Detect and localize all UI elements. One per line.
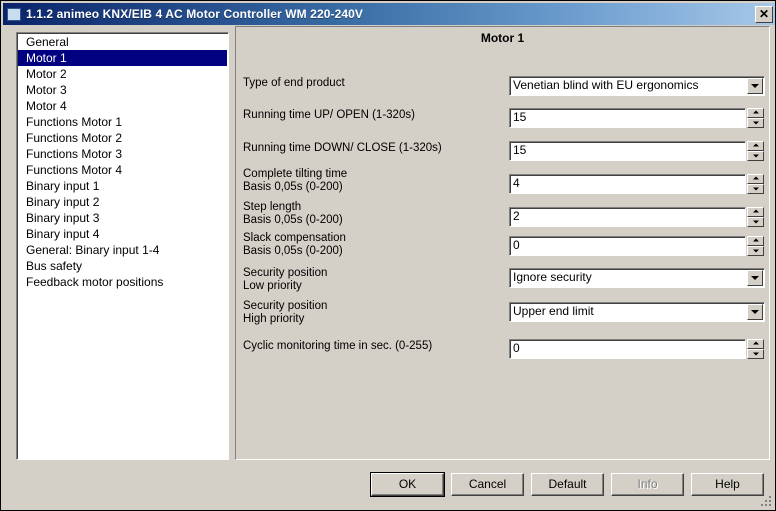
field-label: Type of end product xyxy=(243,77,345,90)
field-control: 2 xyxy=(509,207,765,227)
stepper-down-icon[interactable] xyxy=(747,118,764,128)
info-button: Info xyxy=(611,473,684,496)
field-label-line1: Security position xyxy=(243,267,328,279)
window-title: 1.1.2 animeo KNX/EIB 4 AC Motor Controll… xyxy=(26,7,364,21)
sidebar-item-motor-4[interactable]: Motor 4 xyxy=(18,98,228,114)
number-input-8[interactable]: 0 xyxy=(509,339,746,359)
field-label: Security position Low priority xyxy=(243,267,327,293)
field-label: Slack compensation Basis 0,05s (0-200) xyxy=(243,232,346,258)
stepper-up-icon[interactable] xyxy=(747,207,764,217)
chevron-down-icon[interactable] xyxy=(747,304,763,320)
field-label-line2: Basis 0,05s (0-200) xyxy=(243,181,343,193)
sidebar-item-motor-2[interactable]: Motor 2 xyxy=(18,66,228,82)
sidebar-item-motor-1[interactable]: Motor 1 xyxy=(18,50,227,66)
cancel-button[interactable]: Cancel xyxy=(451,473,524,496)
field-label-line2: High priority xyxy=(243,313,305,325)
field-label-line1: Security position xyxy=(243,300,328,312)
default-button[interactable]: Default xyxy=(531,473,604,496)
quantity-stepper xyxy=(747,339,764,359)
number-input-3[interactable]: 4 xyxy=(509,174,746,194)
stepper-up-icon[interactable] xyxy=(747,141,764,151)
parameter-page-list-items: General Motor 1 Motor 2 Motor 3 Motor 4 Funct… xyxy=(17,33,228,290)
field-control: Upper end limit xyxy=(509,302,765,322)
field-label-line1: Complete tilting time xyxy=(243,168,348,180)
field-label: Security position High priority xyxy=(243,300,327,326)
sidebar-item-bus-safety[interactable]: Bus safety xyxy=(18,258,228,274)
sidebar-item-functions-motor-3[interactable]: Functions Motor 3 xyxy=(18,146,228,162)
dropdown-0[interactable]: Venetian blind with EU ergonomics xyxy=(509,76,765,96)
stepper-down-icon[interactable] xyxy=(747,217,764,227)
field-label-line1: Step length xyxy=(243,201,302,213)
field-label: Running time UP/ OPEN (1-320s) xyxy=(243,109,415,122)
sidebar-item-binary-input-1[interactable]: Binary input 1 xyxy=(18,178,228,194)
chevron-down-icon[interactable] xyxy=(747,78,763,94)
field-label-line2: Basis 0,05s (0-200) xyxy=(243,214,343,226)
field-control: 4 xyxy=(509,174,765,194)
sidebar-item-motor-3[interactable]: Motor 3 xyxy=(18,82,228,98)
field-control: 0 xyxy=(509,236,765,256)
close-button[interactable]: ✕ xyxy=(755,5,773,23)
field-label: Running time DOWN/ CLOSE (1-320s) xyxy=(243,142,442,155)
dropdown-value: Venetian blind with EU ergonomics xyxy=(513,78,699,92)
close-icon: ✕ xyxy=(758,6,770,21)
sidebar-item-general-binary-input-1-4[interactable]: General: Binary input 1-4 xyxy=(18,242,228,258)
field-label: Complete tilting time Basis 0,05s (0-200) xyxy=(243,168,347,194)
sidebar-item-feedback-motor-positions[interactable]: Feedback motor positions xyxy=(18,274,228,290)
field-control: Ignore security xyxy=(509,268,765,288)
dialog-window: 1.1.2 animeo KNX/EIB 4 AC Motor Controll… xyxy=(0,0,776,511)
dropdown-7[interactable]: Upper end limit xyxy=(509,302,765,322)
field-label: Step length Basis 0,05s (0-200) xyxy=(243,201,343,227)
field-label-line1: Running time DOWN/ CLOSE (1-320s) xyxy=(243,142,442,154)
dialog-button-bar: OK Cancel Default Info Help xyxy=(1,472,775,497)
field-label-line1: Running time UP/ OPEN (1-320s) xyxy=(243,109,415,121)
field-control: Venetian blind with EU ergonomics xyxy=(509,76,765,96)
sidebar-item-general[interactable]: General xyxy=(18,34,228,50)
field-label-line2: Low priority xyxy=(243,280,302,292)
sidebar-item-functions-motor-4[interactable]: Functions Motor 4 xyxy=(18,162,228,178)
field-control: 0 xyxy=(509,339,765,359)
page-title: Motor 1 xyxy=(480,31,525,45)
stepper-up-icon[interactable] xyxy=(747,339,764,349)
stepper-up-icon[interactable] xyxy=(747,108,764,118)
title-bar: 1.1.2 animeo KNX/EIB 4 AC Motor Controll… xyxy=(3,3,775,25)
stepper-down-icon[interactable] xyxy=(747,349,764,359)
sidebar-item-binary-input-2[interactable]: Binary input 2 xyxy=(18,194,228,210)
number-input-4[interactable]: 2 xyxy=(509,207,746,227)
sidebar-item-functions-motor-1[interactable]: Functions Motor 1 xyxy=(18,114,228,130)
field-control: 15 xyxy=(509,141,765,161)
field-control: 15 xyxy=(509,108,765,128)
sidebar-item-binary-input-3[interactable]: Binary input 3 xyxy=(18,210,228,226)
sidebar-item-functions-motor-2[interactable]: Functions Motor 2 xyxy=(18,130,228,146)
stepper-down-icon[interactable] xyxy=(747,151,764,161)
stepper-up-icon[interactable] xyxy=(747,236,764,246)
field-label-line2: Basis 0,05s (0-200) xyxy=(243,245,343,257)
dropdown-value: Upper end limit xyxy=(513,304,594,318)
parameter-page-list[interactable]: General Motor 1 Motor 2 Motor 3 Motor 4 Funct… xyxy=(16,32,229,460)
help-button[interactable]: Help xyxy=(691,473,764,496)
dropdown-value: Ignore security xyxy=(513,270,592,284)
field-label: Cyclic monitoring time in sec. (0-255) xyxy=(243,340,432,353)
number-input-2[interactable]: 15 xyxy=(509,141,746,161)
window-icon xyxy=(7,7,21,21)
quantity-stepper xyxy=(747,207,764,227)
stepper-down-icon[interactable] xyxy=(747,184,764,194)
ok-button[interactable]: OK xyxy=(370,472,445,497)
number-input-1[interactable]: 15 xyxy=(509,108,746,128)
stepper-up-icon[interactable] xyxy=(747,174,764,184)
field-label-line1: Slack compensation xyxy=(243,232,346,244)
sidebar-item-binary-input-4[interactable]: Binary input 4 xyxy=(18,226,228,242)
quantity-stepper xyxy=(747,141,764,161)
number-input-5[interactable]: 0 xyxy=(509,236,746,256)
quantity-stepper xyxy=(747,108,764,128)
field-label-line1: Cyclic monitoring time in sec. (0-255) xyxy=(243,340,433,352)
field-label-line1: Type of end product xyxy=(243,77,345,89)
chevron-down-icon[interactable] xyxy=(747,270,763,286)
quantity-stepper xyxy=(747,174,764,194)
resize-grip[interactable] xyxy=(759,494,773,508)
stepper-down-icon[interactable] xyxy=(747,246,764,256)
quantity-stepper xyxy=(747,236,764,256)
dropdown-6[interactable]: Ignore security xyxy=(509,268,765,288)
